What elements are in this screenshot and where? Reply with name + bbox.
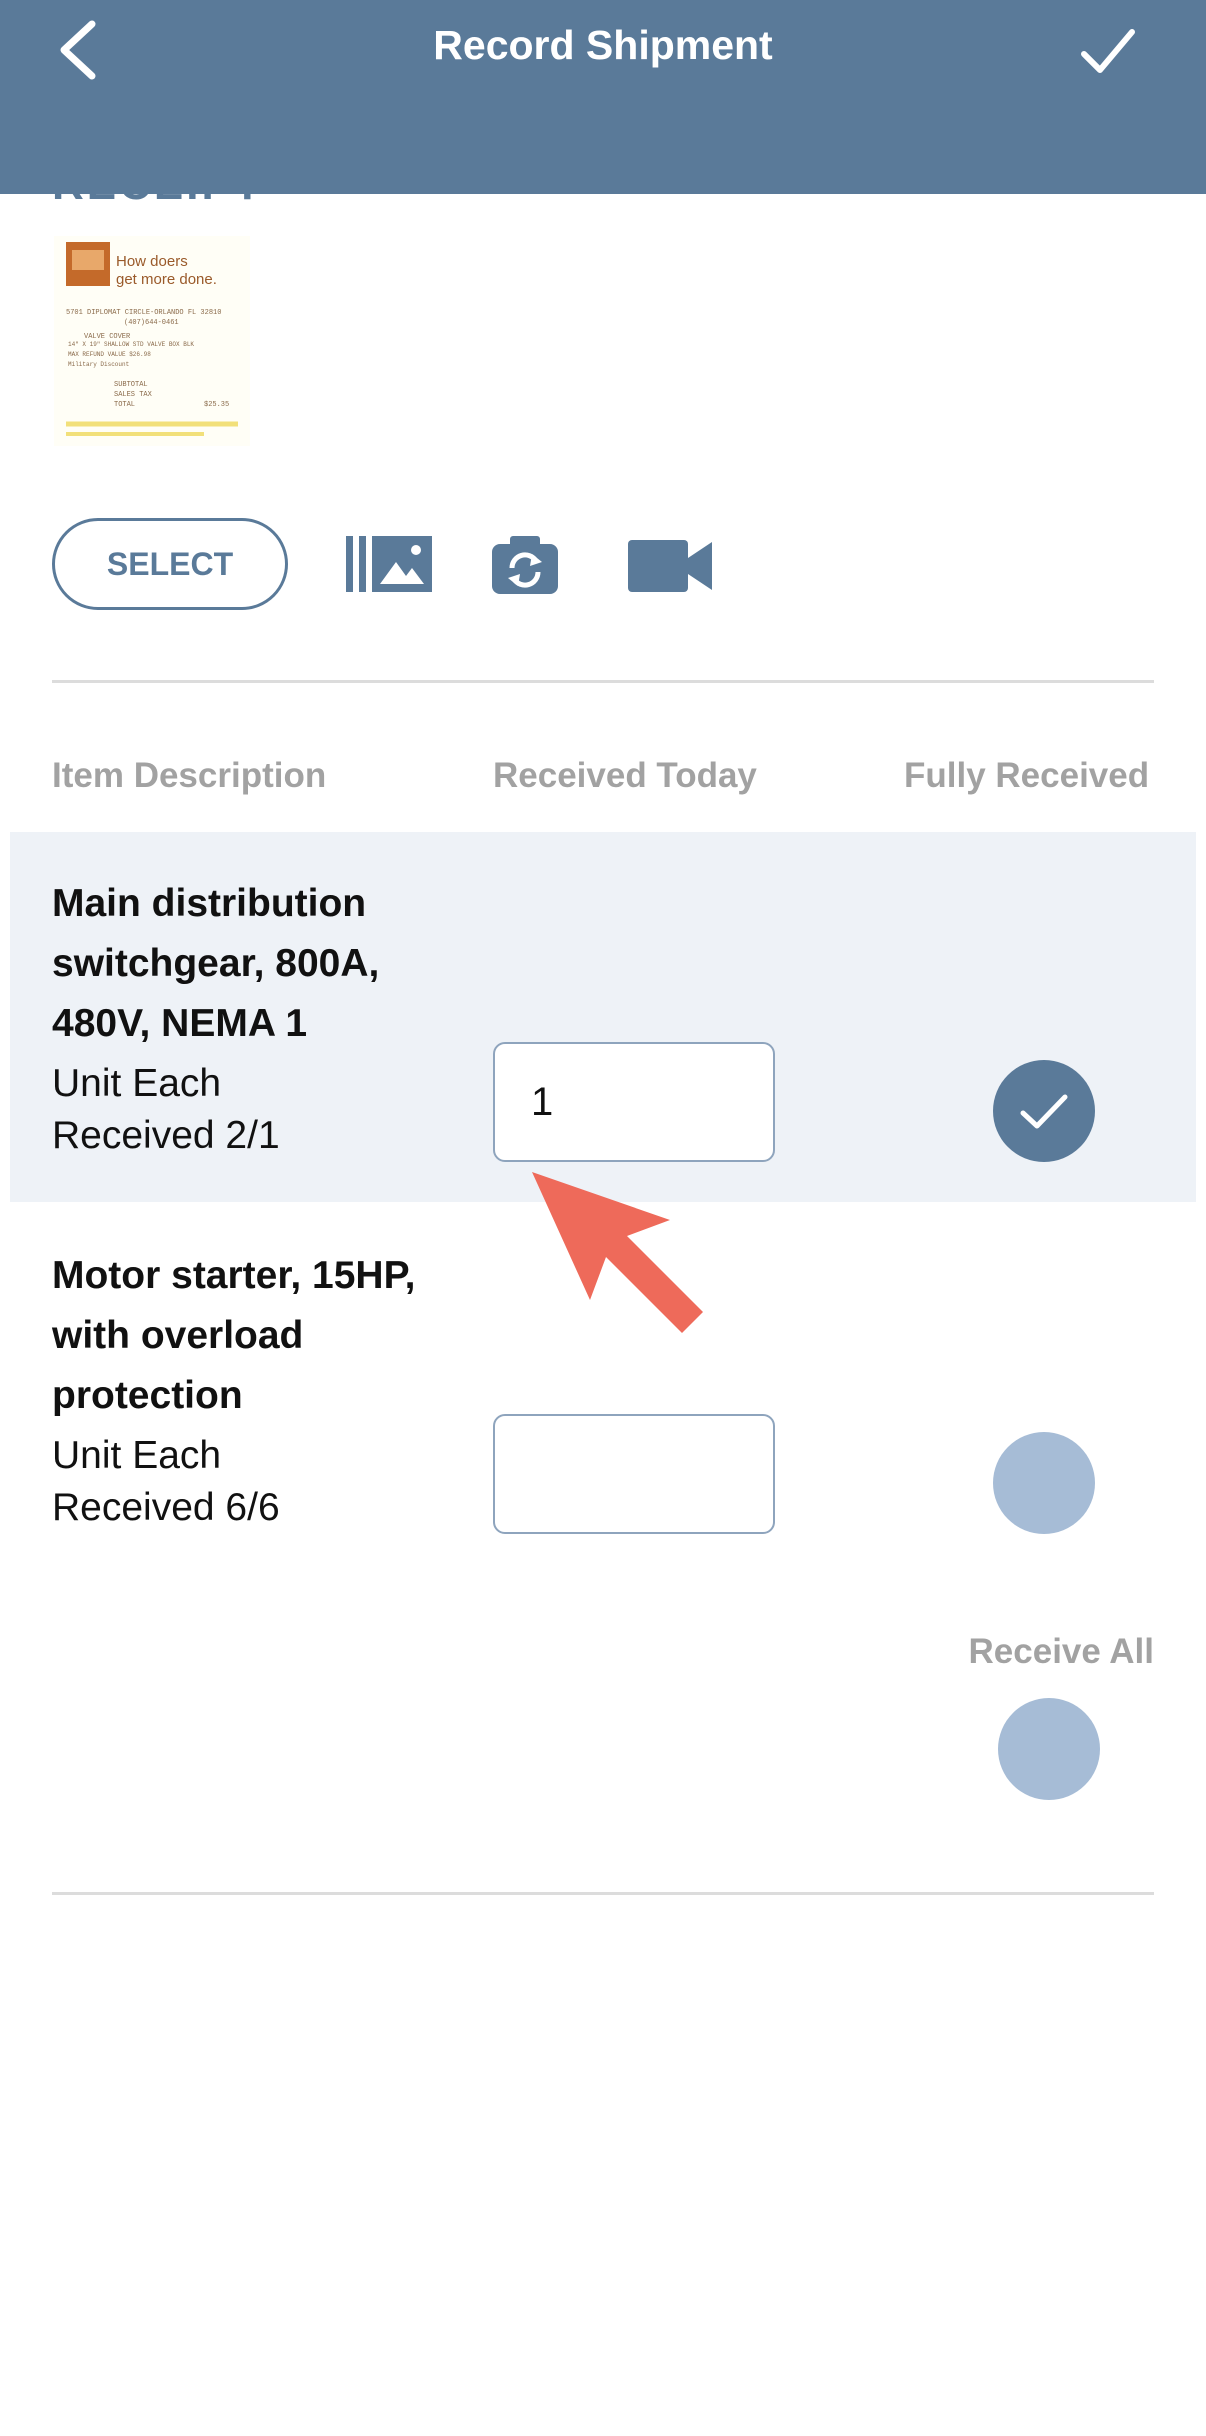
receipt-total-label: TOTAL bbox=[114, 401, 135, 409]
receipt-tax-label: SALES TAX bbox=[114, 391, 153, 399]
item-title-line: 480V, NEMA 1 bbox=[52, 1002, 308, 1045]
column-header-fully-received: Fully Received bbox=[904, 756, 1150, 795]
divider bbox=[52, 1892, 1154, 1895]
column-header-received-today: Received Today bbox=[493, 756, 757, 795]
item-meta: Unit Each Received 2/1 bbox=[52, 1058, 280, 1162]
receipt-item-line: VALVE COVER bbox=[84, 333, 131, 341]
item-title-line: switchgear, 800A, bbox=[52, 942, 380, 985]
gallery-button[interactable] bbox=[346, 534, 432, 599]
checkmark-icon bbox=[1081, 29, 1135, 73]
receipt-total-value: $25.35 bbox=[204, 401, 229, 409]
receipt-thumbnail[interactable]: How doers get more done. 5701 DIPLOMAT C… bbox=[54, 236, 250, 446]
gallery-icon bbox=[346, 536, 432, 592]
store-logo bbox=[66, 242, 110, 286]
receive-all-label: Receive All bbox=[968, 1632, 1154, 1671]
receipt-subtotal-label: SUBTOTAL bbox=[114, 381, 148, 389]
camera-switch-icon bbox=[492, 536, 558, 594]
video-button[interactable] bbox=[628, 538, 712, 599]
receipt-tagline-1: How doers bbox=[116, 253, 188, 270]
item-title-line: Main distribution bbox=[52, 882, 367, 925]
fully-received-toggle[interactable] bbox=[993, 1060, 1095, 1162]
item-unit: Unit Each bbox=[52, 1062, 222, 1105]
checkmark-icon bbox=[1020, 1094, 1068, 1129]
item-title-line: protection bbox=[52, 1374, 243, 1417]
divider bbox=[52, 680, 1154, 683]
item-received-count: Received 2/1 bbox=[52, 1114, 280, 1157]
receipt-tagline-2: get more done. bbox=[116, 271, 217, 288]
item-received-count: Received 6/6 bbox=[52, 1486, 280, 1529]
receipt-address: 5701 DIPLOMAT CIRCLE-ORLANDO FL 32810 bbox=[66, 309, 221, 317]
receipt-discount-line: Military Discount bbox=[68, 361, 129, 368]
receive-all-toggle[interactable] bbox=[998, 1698, 1100, 1800]
receipt-refund-line: MAX REFUND VALUE $26.98 bbox=[68, 351, 151, 358]
camera-switch-button[interactable] bbox=[492, 534, 558, 599]
item-meta: Unit Each Received 6/6 bbox=[52, 1430, 280, 1534]
item-title-line: with overload bbox=[52, 1314, 304, 1357]
video-camera-icon bbox=[628, 540, 712, 592]
select-button[interactable]: SELECT bbox=[52, 518, 288, 610]
received-today-input[interactable] bbox=[493, 1042, 775, 1162]
item-title-line: Motor starter, 15HP, bbox=[52, 1254, 416, 1297]
annotation-arrow bbox=[532, 1172, 703, 1333]
column-header-description: Item Description bbox=[52, 756, 327, 795]
confirm-button[interactable] bbox=[1078, 24, 1138, 80]
item-title: Main distribution switchgear, 800A, 480V… bbox=[52, 874, 492, 1054]
item-title: Motor starter, 15HP, with overload prote… bbox=[52, 1246, 492, 1426]
receipt-phone: (407)644-0461 bbox=[124, 319, 179, 327]
receipt-item-line-2: 14" X 19" SHALLOW STD VALVE BOX BLK bbox=[68, 341, 194, 348]
header-bar: Record Shipment bbox=[0, 0, 1206, 194]
page-title: Record Shipment bbox=[433, 22, 773, 68]
item-unit: Unit Each bbox=[52, 1434, 222, 1477]
fully-received-toggle[interactable] bbox=[993, 1432, 1095, 1534]
received-today-input[interactable] bbox=[493, 1414, 775, 1534]
